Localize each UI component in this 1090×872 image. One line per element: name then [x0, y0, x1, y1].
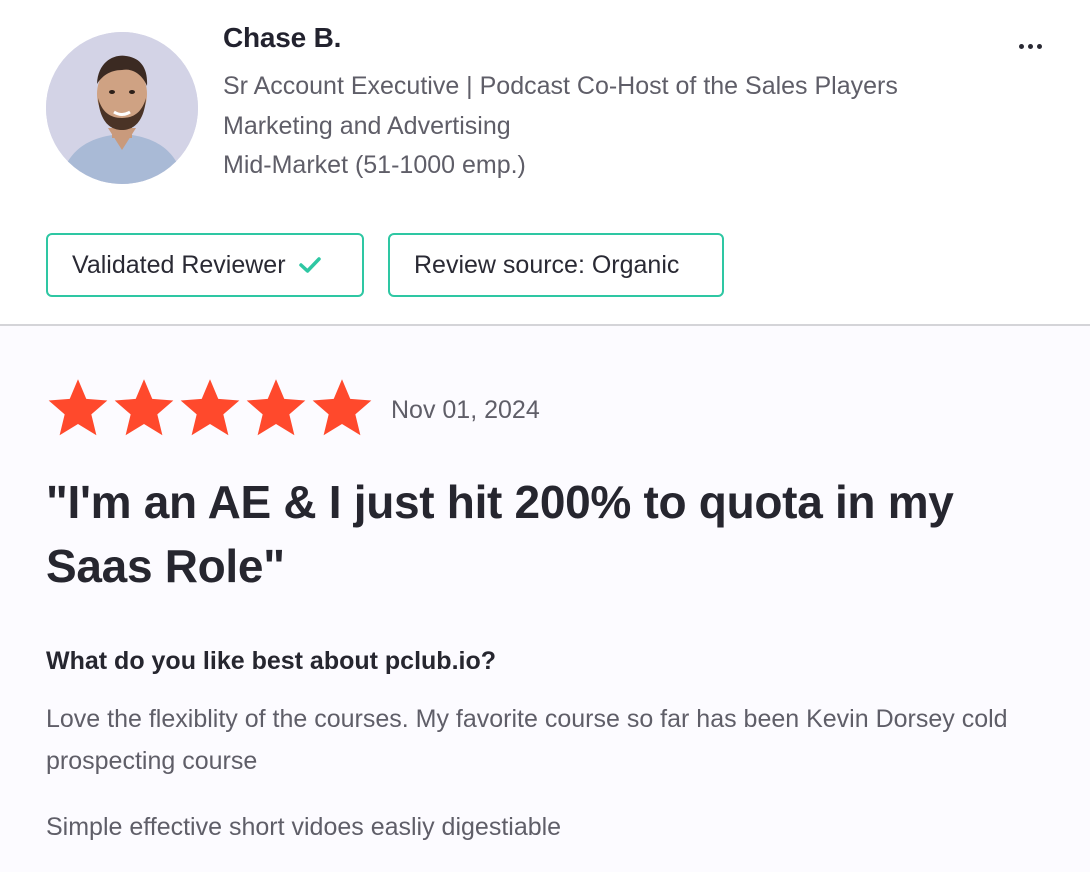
more-horizontal-icon	[1018, 43, 1024, 49]
validated-reviewer-badge[interactable]: Validated Reviewer	[46, 233, 364, 297]
star-icon	[180, 379, 240, 436]
star-icon	[312, 379, 372, 436]
review-answer: Simple effective short vidoes easliy dig…	[46, 813, 562, 841]
star-icon	[246, 379, 306, 436]
review-source-label: Review source: Organic	[414, 250, 680, 279]
review-answer: Love the flexiblity of the courses. My f…	[46, 705, 1008, 775]
star-icon	[48, 379, 108, 436]
reviewer-industry: Marketing and Advertising	[223, 112, 511, 140]
reviewer-header: Chase B. Sr Account Executive | Podcast …	[0, 0, 1090, 325]
star-rating	[46, 376, 374, 440]
reviewer-name: Chase B.	[223, 22, 342, 53]
reviewer-avatar[interactable]	[46, 32, 198, 184]
review-date: Nov 01, 2024	[391, 396, 540, 424]
review-title: "I'm an AE & I just hit 200% to quota in…	[46, 476, 954, 592]
star-icon	[114, 379, 174, 436]
more-horizontal-icon	[1036, 43, 1042, 49]
reviewer-company-size: Mid-Market (51-1000 emp.)	[223, 151, 526, 179]
review-source-badge[interactable]: Review source: Organic	[388, 233, 724, 297]
more-options-button[interactable]	[1010, 34, 1050, 58]
check-icon	[298, 255, 322, 275]
review-question: What do you like best about pclub.io?	[46, 647, 496, 675]
validated-reviewer-label: Validated Reviewer	[72, 250, 286, 279]
reviewer-job-title: Sr Account Executive | Podcast Co-Host o…	[223, 72, 898, 100]
person-avatar-icon	[46, 32, 198, 184]
more-horizontal-icon	[1027, 43, 1033, 49]
